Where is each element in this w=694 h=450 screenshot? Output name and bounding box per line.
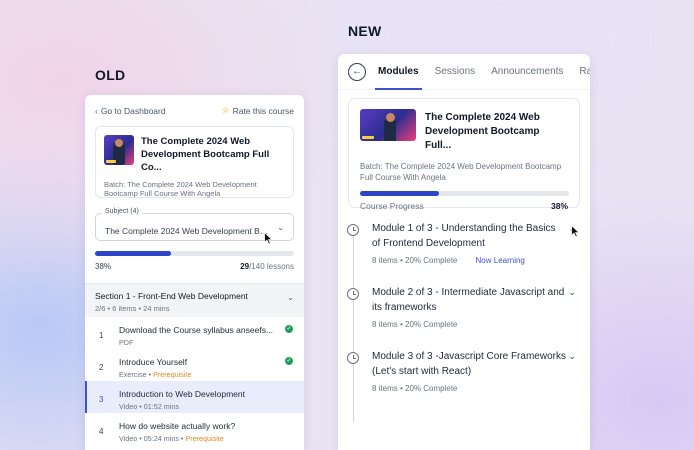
tab-modules[interactable]: Modules <box>375 54 422 90</box>
chevron-down-icon[interactable]: ⌄ <box>568 351 576 362</box>
module-list: Module 1 of 3 - Understanding the Basics… <box>338 222 590 422</box>
lesson-item[interactable]: 2 Introduce Yourself Exercise • Prerequi… <box>85 349 304 381</box>
clock-icon <box>347 352 359 364</box>
new-course-title: The Complete 2024 Web Development Bootca… <box>425 112 540 151</box>
subject-selected-value: The Complete 2024 Web Development Bo... <box>105 226 271 236</box>
lesson-title: Introduce Yourself <box>119 357 188 367</box>
new-batch-text: Batch: The Complete 2024 Web Development… <box>360 162 562 182</box>
tab-announcements[interactable]: Announcements <box>491 54 563 90</box>
chevron-down-icon: ⌄ <box>287 293 294 302</box>
lesson-number: 4 <box>99 427 104 436</box>
lesson-title: How do website actually work? <box>119 421 236 431</box>
old-course-card: The Complete 2024 Web Development Bootca… <box>95 126 294 198</box>
section-header[interactable]: Section 1 - Front-End Web Development 2/… <box>85 284 304 317</box>
module-meta: 8 items • 20% Complete <box>372 256 458 265</box>
rate-course-label: Rate this course <box>232 105 294 116</box>
lesson-title: Introduction to Web Development <box>119 389 245 399</box>
module-meta: 8 items • 20% Complete <box>372 384 458 393</box>
module-item[interactable]: Module 3 of 3 -Javascript Core Framework… <box>338 350 590 414</box>
lesson-item-active[interactable]: 3 Introduction to Web Development Video … <box>85 381 304 413</box>
section-meta: 2/6 • 6 items • 24 mins <box>95 304 170 313</box>
module-title: Module 2 of 3 - Intermediate Javascript … <box>372 287 565 313</box>
lesson-number: 2 <box>99 363 104 372</box>
new-course-sidebar: ← Modules Sessions Announcements Ra The … <box>338 54 590 450</box>
tab-ratings[interactable]: Ra <box>579 54 590 90</box>
prerequisite-tag: Prerequisite <box>185 434 224 443</box>
clock-icon <box>347 288 359 300</box>
module-item[interactable]: Module 1 of 3 - Understanding the Basics… <box>338 222 590 286</box>
old-top-bar: ‹ Go to Dashboard ☆ Rate this course <box>85 95 304 116</box>
new-heading: NEW <box>348 23 382 39</box>
module-item[interactable]: Module 2 of 3 - Intermediate Javascript … <box>338 286 590 350</box>
section-title: Section 1 - Front-End Web Development <box>95 291 248 301</box>
lesson-type: Video • 01:52 mins <box>119 402 179 411</box>
chevron-down-icon[interactable]: ⌄ <box>568 287 576 298</box>
lesson-item[interactable]: 1 Download the Course syllabus anseefs..… <box>85 317 304 349</box>
new-course-card: The Complete 2024 Web Development Bootca… <box>348 98 580 211</box>
subject-label: Subject (4) <box>102 208 142 215</box>
go-to-dashboard-label: Go to Dashboard <box>100 105 166 116</box>
course-thumbnail <box>360 109 416 141</box>
course-thumbnail <box>104 135 134 165</box>
module-title: Module 1 of 3 - Understanding the Basics… <box>372 223 556 249</box>
rate-course-link[interactable]: ☆ Rate this course <box>222 105 295 116</box>
lesson-type: Video • 05:24 mins • <box>119 434 186 443</box>
lesson-item[interactable]: 4 How do website actually work? Video • … <box>85 413 304 445</box>
course-progress-label: Course Progress <box>360 201 424 211</box>
tab-bar: ← Modules Sessions Announcements Ra <box>338 54 590 90</box>
now-learning-status: Now Learning <box>475 256 525 265</box>
old-course-sidebar: ‹ Go to Dashboard ☆ Rate this course The… <box>85 95 304 450</box>
old-course-title: The Complete 2024 Web Development Bootca… <box>141 136 270 173</box>
tab-sessions[interactable]: Sessions <box>435 54 476 90</box>
new-progress-fill <box>360 191 440 196</box>
old-progress-bar <box>95 251 294 256</box>
check-circle-icon: ✓ <box>285 325 293 333</box>
old-progress-percent: 38% <box>95 262 112 271</box>
module-meta: 8 items • 20% Complete <box>372 320 458 329</box>
module-title: Module 3 of 3 -Javascript Core Framework… <box>372 351 566 377</box>
lesson-number: 3 <box>99 395 104 404</box>
lessons-total: /140 lessons <box>249 262 294 271</box>
new-progress-bar <box>360 191 569 196</box>
lesson-type: PDF <box>119 338 134 347</box>
lesson-title: Download the Course syllabus anseefs... <box>119 325 274 335</box>
old-progress-meta: 38% 29/140 lessons <box>95 262 294 271</box>
new-progress-meta: Course Progress 38% <box>360 201 568 211</box>
lessons-done: 29 <box>240 262 250 271</box>
back-arrow-icon[interactable]: ← <box>348 62 366 81</box>
check-circle-icon: ✓ <box>285 357 293 365</box>
go-to-dashboard-link[interactable]: ‹ Go to Dashboard <box>95 106 166 116</box>
chevron-down-icon: ⌄ <box>277 223 284 232</box>
clock-icon <box>347 224 359 236</box>
lesson-number: 1 <box>99 331 104 340</box>
star-icon: ☆ <box>221 105 230 115</box>
new-progress-percent: 38% <box>550 201 568 211</box>
chevron-left-icon: ‹ <box>95 105 98 116</box>
old-progress-fill <box>95 251 171 256</box>
old-heading: OLD <box>95 67 126 83</box>
prerequisite-tag: Prerequisite <box>153 370 192 379</box>
lesson-type: Exercise • <box>119 370 154 379</box>
old-batch-text: Batch: The Complete 2024 Web Development… <box>104 180 257 198</box>
